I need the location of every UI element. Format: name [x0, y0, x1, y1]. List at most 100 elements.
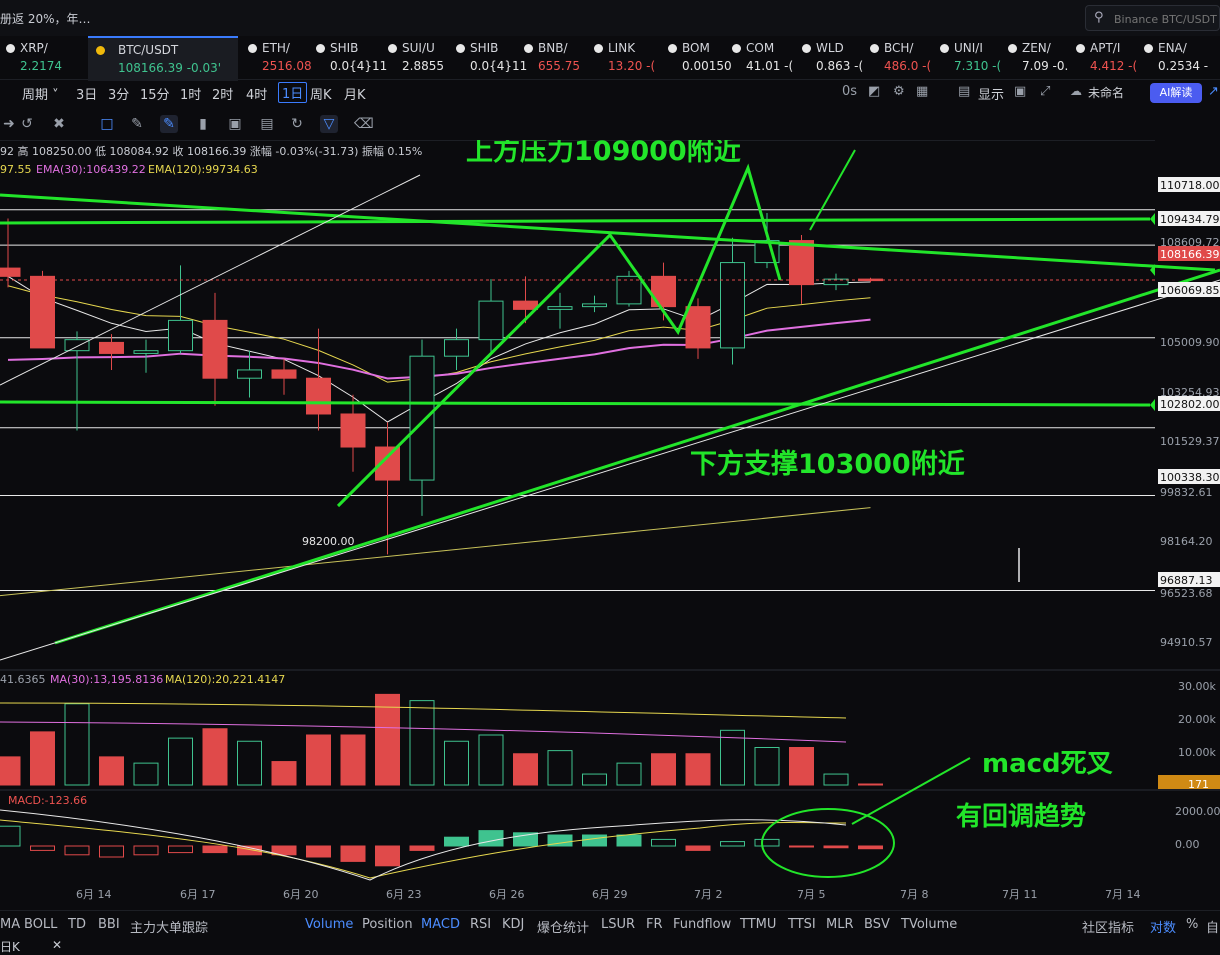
- indicator-tab-17[interactable]: BSV: [864, 917, 890, 932]
- ticker-6[interactable]: BNB/655.75: [522, 36, 586, 79]
- indicator-tab-1[interactable]: BOLL: [24, 917, 57, 932]
- ai-interpret-button[interactable]: AI解读: [1150, 83, 1202, 103]
- cursor-icon[interactable]: ➜: [0, 115, 18, 133]
- indicator-tab-16[interactable]: MLR: [826, 917, 854, 932]
- promo-text[interactable]: 册返 20%，年…: [0, 10, 91, 27]
- ticker-11[interactable]: BCH/486.0 -(: [868, 36, 932, 79]
- period-dropdown[interactable]: 周期 ˅: [22, 84, 59, 103]
- ticker-2[interactable]: ETH/2516.08: [246, 36, 312, 79]
- macd-bar-11: [375, 845, 400, 867]
- ticker-12[interactable]: UNI/I 7.310 -(: [938, 36, 1002, 79]
- trash-icon[interactable]: ⌫: [354, 115, 374, 133]
- ticker-8[interactable]: BOM 0.00150: [666, 36, 732, 79]
- pencil-icon[interactable]: ✎: [128, 115, 146, 133]
- layout-icon[interactable]: ▦: [916, 84, 928, 99]
- indicator-tab-12[interactable]: FR: [646, 917, 663, 932]
- trendline-icon[interactable]: ✎: [160, 115, 178, 133]
- ticker-9[interactable]: COM 41.01 -(: [730, 36, 794, 79]
- indicator-tab-6[interactable]: Position: [362, 917, 413, 932]
- interval-1[interactable]: 3分: [108, 84, 129, 103]
- macd-bar-14: [478, 830, 504, 847]
- fullscreen-icon[interactable]: ▣: [1014, 84, 1026, 99]
- volume-bar-4: [133, 762, 159, 786]
- expand-icon[interactable]: ⤢: [1040, 84, 1050, 99]
- interval-6[interactable]: 1日: [278, 82, 308, 103]
- bottom-percent[interactable]: %: [1186, 917, 1198, 932]
- date-label-0: 6月 14: [76, 888, 112, 901]
- ticker-0[interactable]: XRP/2.2174: [4, 36, 68, 79]
- indicator-tab-13[interactable]: Fundflow: [673, 917, 731, 932]
- price-axis-label-9: 100338.30: [1160, 471, 1220, 484]
- ticker-13[interactable]: ZEN/7.09 -0.: [1006, 36, 1070, 79]
- coin-icon: [1008, 44, 1017, 53]
- measure-icon[interactable]: ↻: [288, 115, 306, 133]
- ema120-value: EMA(120):99734.63: [148, 163, 258, 176]
- ticker-3[interactable]: SHIB 0.0{4}11: [314, 36, 387, 79]
- filter-icon[interactable]: ▽: [320, 115, 338, 133]
- camera-icon[interactable]: ◩: [868, 84, 880, 99]
- coin-icon: [6, 44, 15, 53]
- bottom-log[interactable]: 对数: [1150, 917, 1176, 936]
- ticker-1[interactable]: BTC/USDT 108166.39 -0.03': [88, 36, 238, 81]
- search-box[interactable]: ⚲: [1085, 5, 1220, 31]
- ticker-15[interactable]: ENA/0.2534 -: [1142, 36, 1208, 79]
- macd-bar-23: [789, 845, 814, 848]
- interval-0[interactable]: 3日: [76, 84, 97, 103]
- lock-icon[interactable]: ▣: [226, 115, 244, 133]
- volume-bar-7: [237, 740, 262, 786]
- resistance-line: [0, 217, 1151, 225]
- indicator-tab-15[interactable]: TTSI: [788, 917, 816, 932]
- rect-icon[interactable]: □: [98, 115, 116, 133]
- bottom-auto[interactable]: 自: [1206, 917, 1219, 936]
- indicator-tab-18[interactable]: TVolume: [901, 917, 957, 932]
- note-icon[interactable]: ▤: [258, 115, 276, 133]
- macd-bar-10: [340, 845, 366, 862]
- bottom-community[interactable]: 社区指标: [1082, 917, 1134, 936]
- macd-bar-12: [409, 845, 435, 851]
- indicator-tab-8[interactable]: RSI: [470, 917, 491, 932]
- interval-4[interactable]: 2时: [212, 84, 233, 103]
- indicator-tab-2[interactable]: TD: [68, 917, 86, 932]
- indicator-tab-3[interactable]: BBI: [98, 917, 120, 932]
- layout-name[interactable]: 未命名: [1088, 84, 1124, 101]
- display-label[interactable]: 显示: [978, 84, 1004, 103]
- indicator-tab-7[interactable]: MACD: [421, 917, 460, 932]
- interval-7[interactable]: 周K: [310, 84, 332, 103]
- indicator-tab-4[interactable]: 主力大单跟踪: [130, 917, 208, 936]
- date-label-9: 7月 11: [1002, 888, 1038, 901]
- coin-icon: [524, 44, 533, 53]
- volume-ma120: MA(120):20,221.4147: [165, 673, 285, 686]
- indicator-tab-9[interactable]: KDJ: [502, 917, 524, 932]
- ticker-14[interactable]: APT/I 4.412 -(: [1074, 36, 1138, 79]
- close-icon[interactable]: ✕: [52, 938, 62, 952]
- indicator-tab-0[interactable]: MA: [0, 917, 20, 932]
- candle-body-14: [478, 300, 504, 341]
- coin-icon: [248, 44, 257, 53]
- interval-8[interactable]: 月K: [344, 84, 366, 103]
- price-axis-label-10: 99832.61: [1160, 486, 1213, 499]
- bars-icon[interactable]: ▮: [194, 115, 212, 133]
- interval-5[interactable]: 4时: [246, 84, 267, 103]
- settings-icon[interactable]: ⚙: [893, 84, 905, 99]
- ticker-4[interactable]: SUI/U 2.8855: [386, 36, 450, 79]
- indicator-tab-10[interactable]: 爆仓统计: [537, 917, 589, 936]
- interval-2[interactable]: 15分: [140, 84, 170, 103]
- display-icon[interactable]: ▤: [958, 84, 970, 99]
- indicator-tab-14[interactable]: TTMU: [740, 917, 776, 932]
- indicator-tab-11[interactable]: LSUR: [601, 917, 635, 932]
- brush-icon[interactable]: ✖: [50, 115, 68, 133]
- ticker-10[interactable]: WLD 0.863 -(: [800, 36, 864, 79]
- volume-bar-24: [823, 773, 849, 786]
- magnet-icon[interactable]: ↺: [18, 115, 36, 133]
- share-icon[interactable]: ↗: [1208, 84, 1219, 99]
- coin-icon: [870, 44, 879, 53]
- price-chart[interactable]: 92 高 108250.00 低 108084.92 收 108166.39 涨…: [0, 111, 1220, 910]
- ticker-7[interactable]: LINK 13.20 -(: [592, 36, 656, 79]
- indicator-tab-5[interactable]: Volume: [305, 917, 353, 932]
- coin-icon: [668, 44, 677, 53]
- ticker-name: SHIB: [330, 41, 359, 55]
- search-input[interactable]: [1112, 9, 1220, 29]
- interval-3[interactable]: 1时: [180, 84, 201, 103]
- ticker-5[interactable]: SHIB 0.0{4}11: [454, 36, 527, 79]
- chart-area[interactable]: 92 高 108250.00 低 108084.92 收 108166.39 涨…: [0, 111, 1220, 910]
